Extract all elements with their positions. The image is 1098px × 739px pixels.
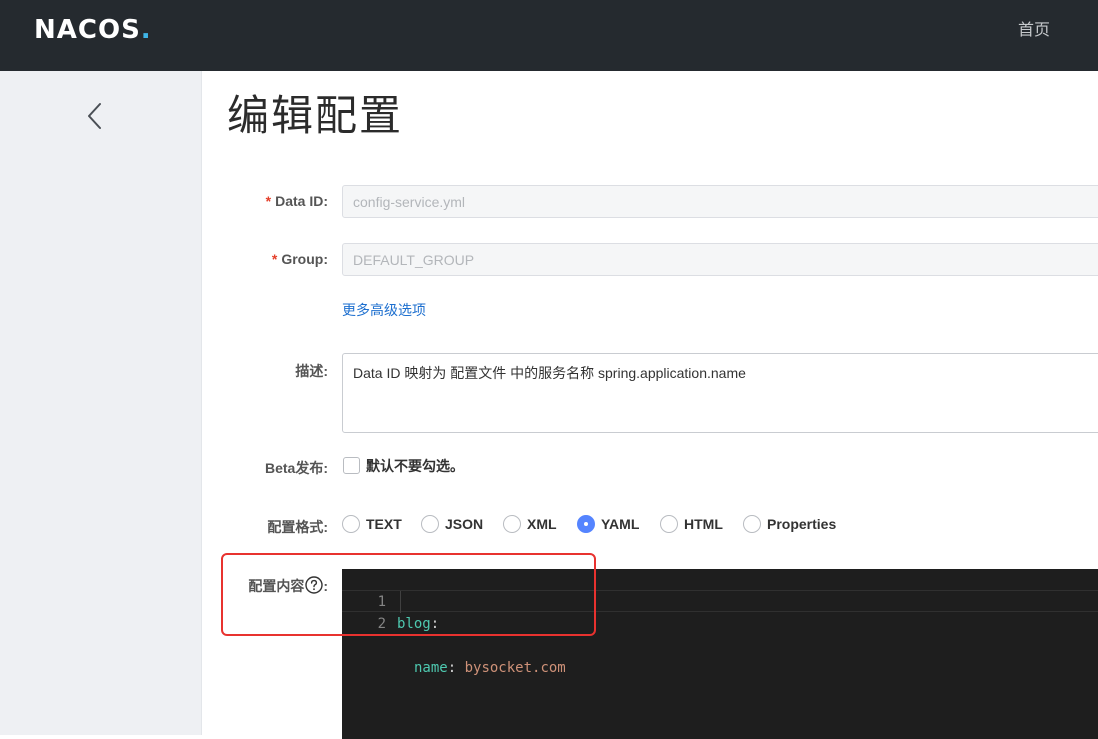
chevron-left-icon[interactable] [84,101,106,131]
line-number: 2 [377,616,386,632]
group-input[interactable]: DEFAULT_GROUP [342,243,1098,276]
data-id-value: config-service.yml [353,194,466,210]
question-circle-icon[interactable] [305,576,324,594]
yaml-key: blog [397,616,431,632]
logo-text: NACOS [34,15,141,45]
description-textarea[interactable]: Data ID 映射为 配置文件 中的服务名称 spring.applicati… [342,353,1098,433]
indent-guide [400,591,401,613]
advanced-options-link[interactable]: 更多高级选项 [342,300,426,320]
required-mark: * [265,193,272,209]
beta-checkbox-label[interactable]: 默认不要勾选。 [366,456,464,476]
content-label: 配置内容: [248,576,328,594]
format-label: 配置格式: [267,519,328,535]
code-line: 1 blog: [342,569,1098,632]
group-value: DEFAULT_GROUP [353,252,475,268]
data-id-label: * Data ID: [265,193,328,209]
nav-home-link[interactable]: 首页 [1018,20,1050,42]
sidebar [0,71,202,735]
top-navbar: NACOS. 首页 [0,0,1098,71]
data-id-input[interactable]: config-service.yml [342,185,1098,218]
logo-dot: . [140,15,152,45]
code-editor[interactable]: 1 blog: 2 name: bysocket.com [342,569,1098,739]
yaml-key: name [414,660,448,676]
required-mark: * [271,251,278,267]
beta-label: Beta发布: [264,460,328,476]
yaml-value: bysocket.com [464,660,566,676]
beta-checkbox[interactable] [343,457,360,474]
description-value: Data ID 映射为 配置文件 中的服务名称 spring.applicati… [353,365,746,381]
group-label: * Group: [271,251,328,267]
code-line-active: 2 name: bysocket.com [342,590,1098,676]
page-title: 编辑配置 [227,92,404,139]
description-label: 描述: [295,363,328,379]
